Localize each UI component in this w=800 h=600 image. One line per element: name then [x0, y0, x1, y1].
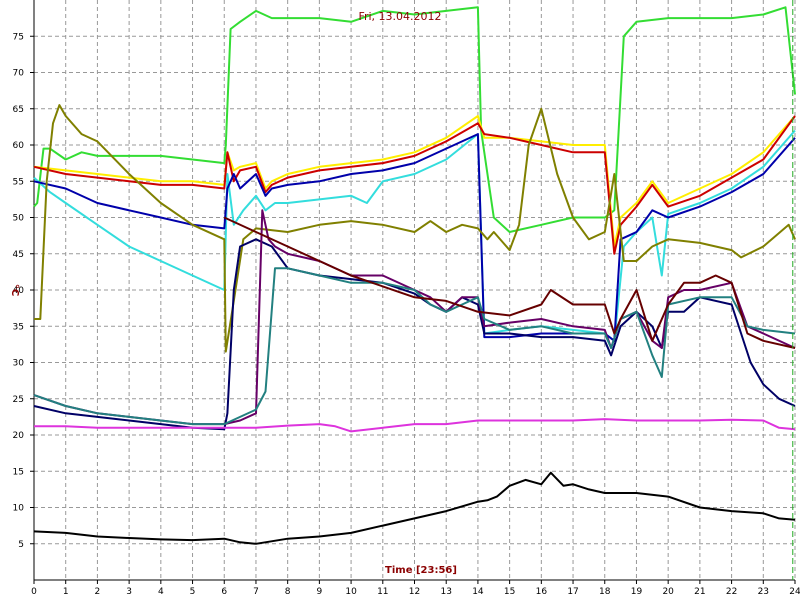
x-tick-label: 19 [631, 587, 643, 597]
x-tick-label: 13 [440, 587, 451, 597]
y-tick-label: 15 [13, 467, 24, 477]
chart-title: Fri, 13.04.2012 [358, 10, 441, 23]
x-tick-label: 20 [662, 587, 674, 597]
x-tick-label: 23 [758, 587, 769, 597]
x-tick-label: 7 [253, 587, 259, 597]
x-tick-label: 22 [726, 587, 737, 597]
x-axis-label: Time [23:56] [385, 565, 457, 576]
y-tick-label: 75 [13, 32, 24, 42]
x-tick-label: 5 [190, 587, 196, 597]
y-tick-label: 30 [13, 359, 25, 369]
x-tick-label: 2 [95, 587, 101, 597]
y-tick-label: 25 [13, 395, 24, 405]
x-tick-label: 21 [694, 587, 705, 597]
x-tick-label: 10 [345, 587, 357, 597]
x-tick-label: 17 [567, 587, 578, 597]
y-axis-label: °C [9, 284, 20, 296]
y-tick-label: 35 [13, 322, 24, 332]
x-tick-label: 4 [158, 587, 164, 597]
x-tick-label: 1 [63, 587, 69, 597]
x-tick-label: 8 [285, 587, 291, 597]
x-tick-label: 0 [31, 587, 37, 597]
temperature-chart: 51015202530354045505560657075 0123456789… [0, 0, 800, 600]
x-tick-label: 15 [504, 587, 515, 597]
y-tick-label: 10 [13, 504, 25, 514]
y-tick-label: 20 [13, 431, 25, 441]
y-tick-label: 50 [13, 214, 25, 224]
y-tick-label: 45 [13, 250, 24, 260]
x-tick-label: 18 [599, 587, 611, 597]
y-tick-label: 55 [13, 177, 24, 187]
x-tick-label: 14 [472, 587, 484, 597]
x-tick-label: 6 [221, 587, 227, 597]
y-tick-label: 70 [13, 69, 25, 79]
x-tick-label: 12 [409, 587, 420, 597]
x-tick-label: 11 [377, 587, 388, 597]
y-tick-label: 5 [18, 540, 24, 550]
x-tick-label: 3 [126, 587, 132, 597]
x-tick-label: 16 [536, 587, 548, 597]
y-tick-label: 60 [13, 141, 25, 151]
y-tick-label: 65 [13, 105, 24, 115]
chart-background [0, 0, 800, 600]
x-tick-label: 24 [789, 587, 800, 597]
x-tick-label: 9 [317, 587, 323, 597]
